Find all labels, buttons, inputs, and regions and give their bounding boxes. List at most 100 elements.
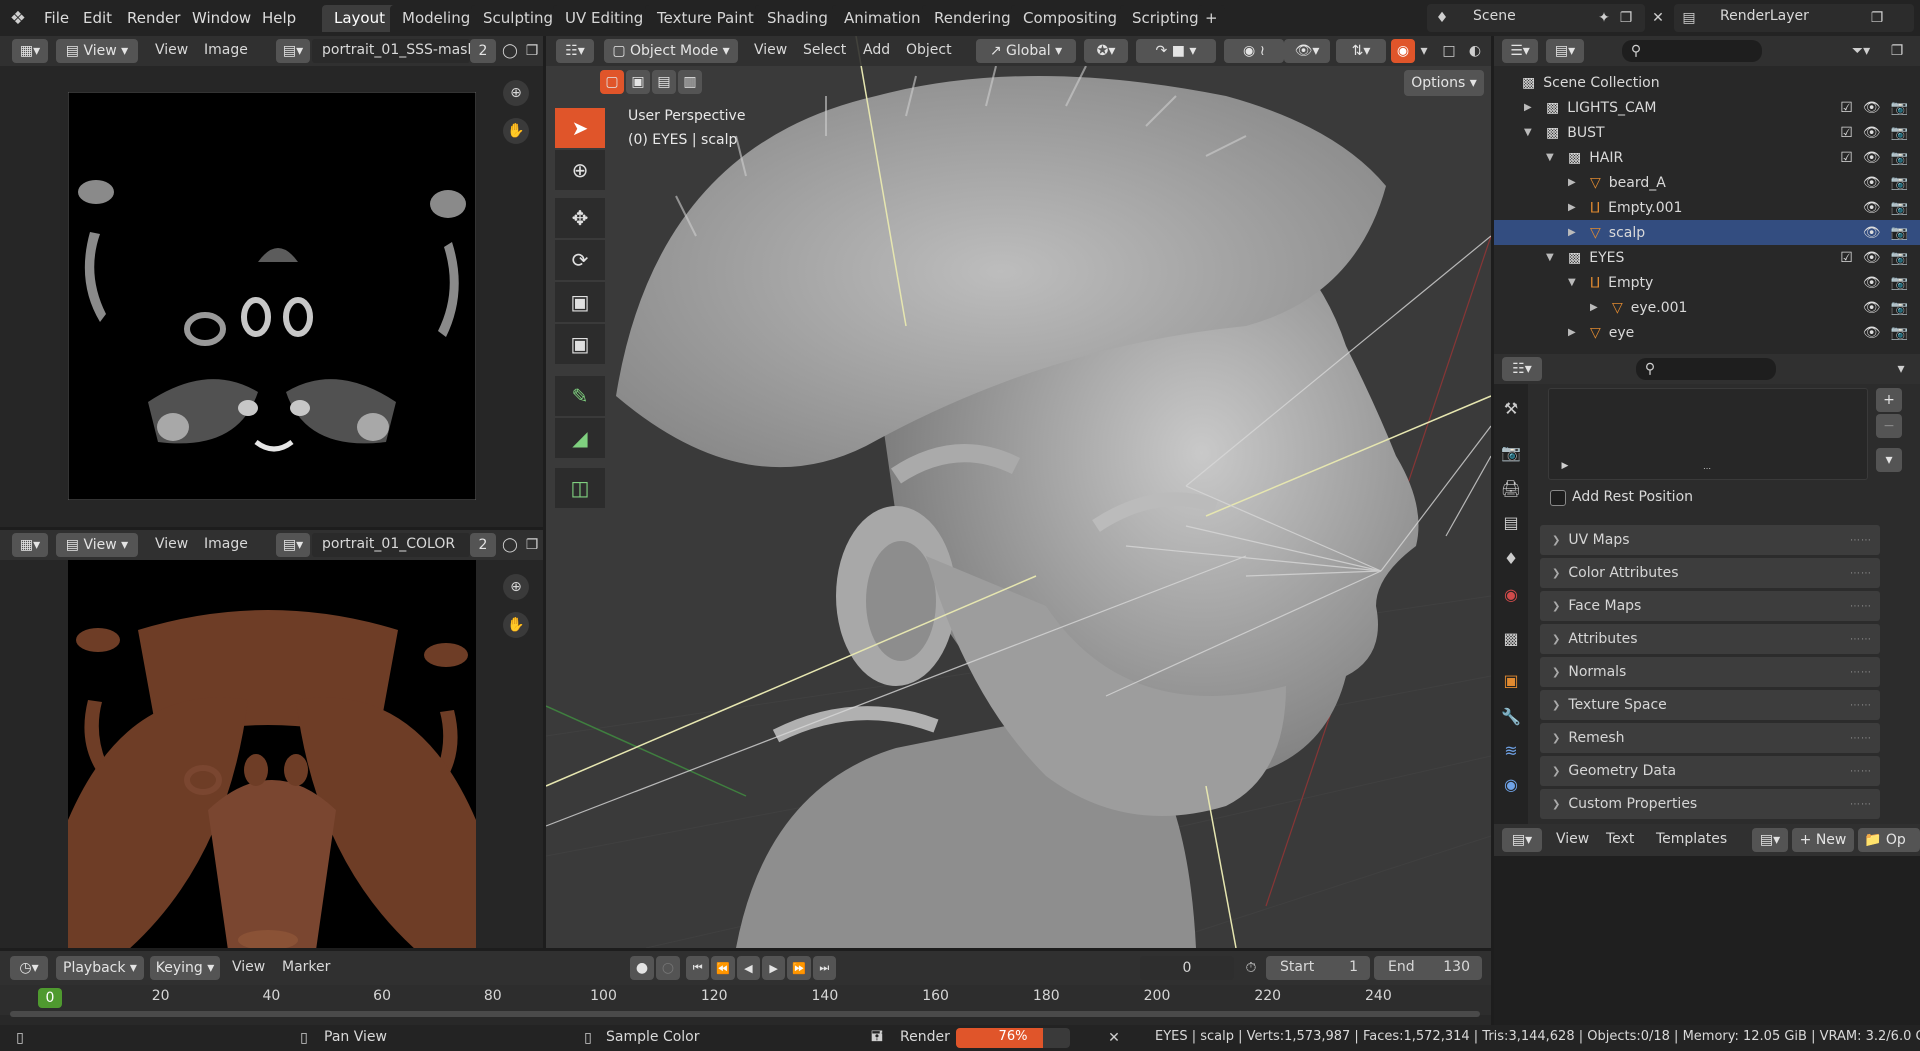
properties-panel[interactable]: ❯ Custom Properties ⋯⋯ [1540, 789, 1880, 819]
menu-file[interactable]: File [44, 0, 69, 36]
shading-solid-icon[interactable]: ◐ [1464, 41, 1486, 61]
modifier-tab-icon[interactable]: 🔧 [1497, 702, 1525, 730]
expand-arrow-right-icon[interactable]: ▶ [1568, 227, 1582, 238]
tab-modeling[interactable]: Modeling [390, 5, 483, 32]
viewport-menu-object[interactable]: Object [906, 42, 952, 58]
outliner-row[interactable]: ▼ ▩ EYES ☑ 👁 📷 [1494, 245, 1920, 270]
menu-edit[interactable]: Edit [83, 0, 112, 36]
outliner-search-input[interactable]: ⚲ [1622, 40, 1762, 62]
add-workspace-button[interactable]: + [1198, 5, 1225, 32]
eye-icon[interactable]: 👁 [1863, 225, 1881, 241]
panel-drag-grip-icon[interactable]: ⋯⋯ [1850, 700, 1872, 711]
eye-icon[interactable]: 👁 [1863, 125, 1881, 141]
proportional-editing-toggle[interactable]: ◉ ≀ [1224, 39, 1284, 63]
play-reverse-icon[interactable]: ◀ [736, 956, 760, 980]
expand-arrow-right-icon[interactable]: ▶ [1590, 302, 1604, 313]
image-browse-button[interactable]: ▤▾ [276, 39, 310, 63]
menu-image[interactable]: Image [204, 42, 248, 58]
xray-toggle-icon[interactable]: □ [1438, 41, 1460, 61]
menu-window[interactable]: Window [192, 0, 251, 36]
expand-arrow-right-icon[interactable]: ▶ [1568, 202, 1582, 213]
blender-logo-icon[interactable]: ❖ [6, 6, 30, 30]
play-icon[interactable]: ▶ [761, 956, 786, 980]
text-menu-templates[interactable]: Templates [1656, 831, 1727, 847]
image-browse-button-2[interactable]: ▤▾ [276, 533, 310, 557]
zoom-icon[interactable]: ⊕ [503, 80, 529, 106]
text-browse-button[interactable]: ▤▾ [1752, 828, 1788, 852]
measure-tool-icon[interactable]: ◢ [555, 418, 605, 458]
transform-orientation-dropdown[interactable]: ↗ Global ▾ [976, 39, 1076, 63]
exclude-checkbox-icon[interactable]: ☑ [1840, 150, 1853, 166]
expand-arrow-right-icon[interactable]: ▶ [1524, 102, 1538, 113]
properties-panel[interactable]: ❯ Attributes ⋯⋯ [1540, 624, 1880, 654]
select-subtract-icon[interactable]: ▤ [652, 70, 676, 94]
panel-drag-grip-icon[interactable]: ⋯⋯ [1850, 601, 1872, 612]
viewport-menu-select[interactable]: Select [803, 42, 846, 58]
tab-animation[interactable]: Animation [832, 5, 933, 32]
tab-layout[interactable]: Layout [322, 5, 397, 32]
timeline-menu-marker[interactable]: Marker [282, 959, 330, 975]
outliner-row[interactable]: ▼ ▩ HAIR ☑ 👁 📷 [1494, 145, 1920, 170]
tab-sculpting[interactable]: Sculpting [471, 5, 566, 32]
render-camera-icon[interactable]: 📷 [1891, 250, 1908, 266]
open-text-button[interactable]: 📁 Op [1858, 828, 1920, 852]
render-camera-icon[interactable]: 📷 [1891, 300, 1908, 316]
view-mode-dropdown-2[interactable]: ▤ View ▾ [56, 533, 138, 557]
properties-editor-type-button[interactable]: ☷▾ [1502, 357, 1542, 381]
scale-tool-icon[interactable]: ▣ [555, 282, 605, 322]
new-scene-icon[interactable]: ❐ [1617, 9, 1635, 27]
menu-view-2[interactable]: View [155, 536, 188, 552]
menu-render[interactable]: Render [127, 0, 180, 36]
render-camera-icon[interactable]: 📷 [1891, 125, 1908, 141]
stopwatch-icon[interactable]: ⏱ [1240, 958, 1262, 978]
snap-toggle[interactable]: ↷ ■ ▾ [1136, 39, 1216, 63]
panel-drag-grip-icon[interactable]: ⋯⋯ [1850, 799, 1872, 810]
cursor-tool-icon[interactable]: ⊕ [555, 150, 605, 190]
render-camera-icon[interactable]: 📷 [1891, 150, 1908, 166]
jump-end-icon[interactable]: ⏭ [812, 956, 836, 980]
panel-drag-grip-icon[interactable]: ⋯⋯ [1850, 667, 1872, 678]
eye-icon[interactable]: 👁 [1863, 250, 1881, 266]
properties-panel[interactable]: ❯ Texture Space ⋯⋯ [1540, 690, 1880, 720]
physics-tab-icon[interactable]: ◉ [1497, 770, 1525, 798]
scene-selector[interactable]: ♦ Scene ✦ ❐ [1427, 4, 1645, 32]
outliner-row[interactable]: ▼ ⨿ Empty 👁 📷 [1494, 270, 1920, 295]
options-dropdown[interactable]: Options ▾ [1404, 70, 1484, 96]
record-button[interactable]: ● [630, 956, 654, 980]
viewport-editor-type-button[interactable]: ☷▾ [556, 39, 594, 63]
select-new-icon[interactable]: ▢ [600, 70, 624, 94]
viewport-menu-add[interactable]: Add [863, 42, 890, 58]
render-tab-icon[interactable]: 📷 [1497, 438, 1525, 466]
select-extend-icon[interactable]: ▣ [626, 70, 650, 94]
tab-texture-paint[interactable]: Texture Paint [645, 5, 766, 32]
output-tab-icon[interactable]: 🖨 [1497, 474, 1525, 502]
overlay-dropdown-icon[interactable]: ▾ [1416, 41, 1432, 61]
tool-tab-icon[interactable]: ⚒ [1497, 394, 1525, 422]
annotate-tool-icon[interactable]: ✎ [555, 376, 605, 416]
properties-panel[interactable]: ❯ Remesh ⋯⋯ [1540, 723, 1880, 753]
eye-icon[interactable]: 👁 [1863, 175, 1881, 191]
outliner-editor-type-button[interactable]: ☰▾ [1502, 39, 1538, 63]
properties-options-icon[interactable]: ▾ [1890, 359, 1912, 379]
particles-tab-icon[interactable]: ≋ [1497, 736, 1525, 764]
panel-drag-grip-icon[interactable]: ⋯⋯ [1850, 766, 1872, 777]
keyframe-auto-button[interactable]: ○ [656, 956, 680, 980]
pin-icon[interactable]: ✦ [1595, 9, 1613, 27]
pan-hand-icon[interactable]: ✋ [503, 118, 529, 144]
viewport-menu-view[interactable]: View [754, 42, 787, 58]
outliner-row[interactable]: ▶ ▽ eye 👁 📷 [1494, 320, 1920, 345]
object-tab-icon[interactable]: ▣ [1497, 666, 1525, 694]
menu-view[interactable]: View [155, 42, 188, 58]
outliner-row[interactable]: ▼ ▩ BUST ☑ 👁 📷 [1494, 120, 1920, 145]
image-name-field-2[interactable]: portrait_01_COLOR [312, 533, 470, 557]
view-mode-dropdown[interactable]: ▤ View ▾ [56, 39, 138, 63]
zoom-icon-2[interactable]: ⊕ [503, 574, 529, 600]
timeline-scrollbar[interactable] [10, 1011, 1480, 1017]
view-layer-selector[interactable]: ▤ RenderLayer ❐ [1674, 4, 1914, 32]
fake-user-icon[interactable]: ◯ [500, 41, 520, 61]
delete-scene-icon[interactable]: ✕ [1648, 8, 1668, 28]
transform-tool-icon[interactable]: ▣ [555, 324, 605, 364]
new-view-layer-icon[interactable]: ❐ [1868, 9, 1886, 27]
eye-icon[interactable]: 👁 [1863, 275, 1881, 291]
new-image-icon-2[interactable]: ❐ [522, 535, 542, 555]
